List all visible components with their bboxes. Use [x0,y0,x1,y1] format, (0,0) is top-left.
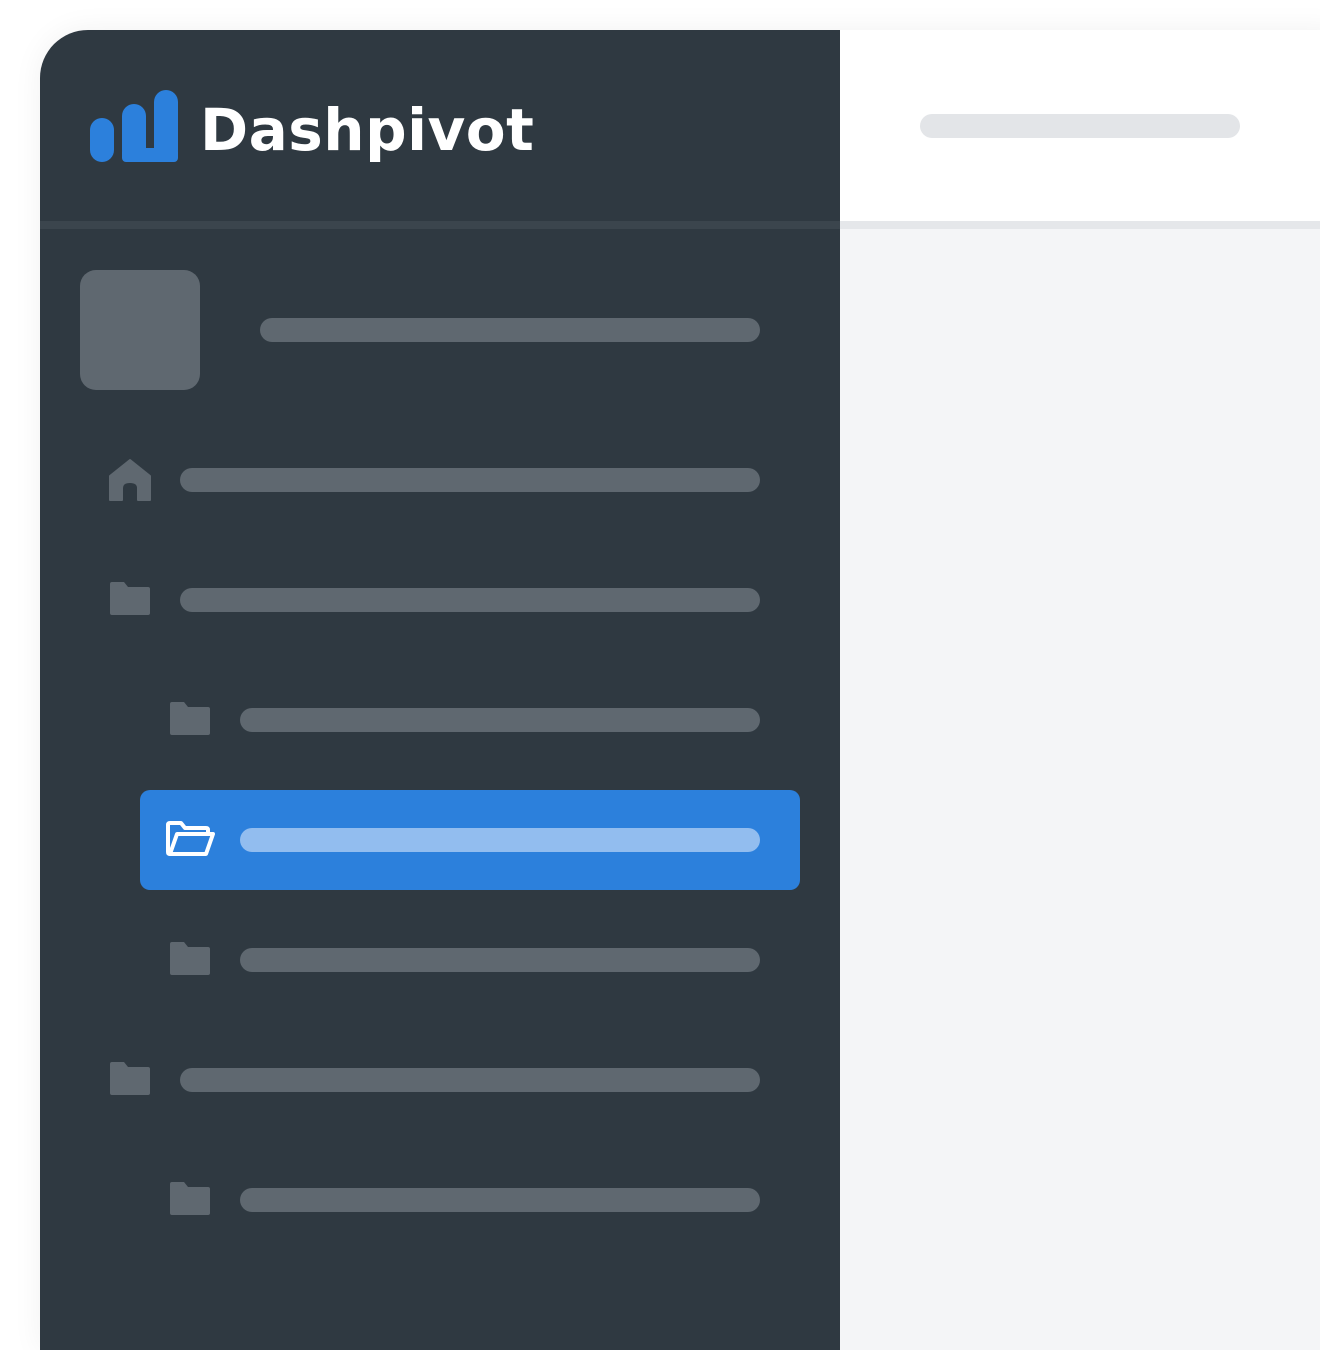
folder-icon [168,940,212,984]
sidebar-item-subfolder[interactable] [160,670,800,770]
nav-label-placeholder [180,588,760,612]
main-content [840,229,1320,1350]
sidebar-item-folder[interactable] [100,550,800,650]
nav-label-placeholder [240,828,760,852]
home-icon [108,458,152,502]
folder-icon [168,1180,212,1224]
workspace-name-placeholder [260,318,760,342]
workspace-avatar[interactable] [80,270,200,390]
sidebar-item-subfolder[interactable] [160,1150,800,1250]
nav-label-placeholder [240,1188,760,1212]
dashpivot-logo-icon [90,90,178,162]
nav-label-placeholder [240,708,760,732]
folder-icon [108,1060,152,1104]
sidebar-item-folder[interactable] [100,1030,800,1130]
top-bar [840,30,1320,229]
folder-open-icon [166,820,215,864]
sidebar: Dashpivot [40,30,840,1350]
nav-label-placeholder [180,1068,760,1092]
brand-header: Dashpivot [40,30,840,229]
sidebar-item-subfolder-active[interactable] [140,790,800,890]
page-title-placeholder [920,114,1240,138]
sidebar-item-home[interactable] [100,430,800,530]
app-window: Dashpivot [40,30,1320,1350]
sidebar-item-subfolder[interactable] [160,910,800,1010]
nav-label-placeholder [180,468,760,492]
folder-icon [108,580,152,624]
nav-label-placeholder [240,948,760,972]
app-name: Dashpivot [200,96,535,164]
folder-icon [168,700,212,744]
